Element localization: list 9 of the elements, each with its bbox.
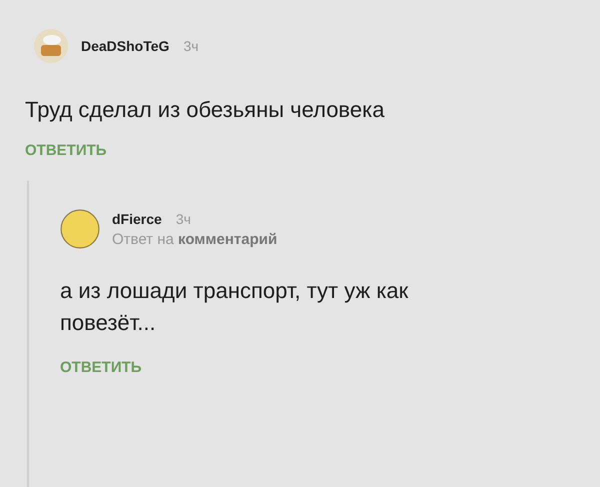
comment-text: Труд сделал из обезьяны человека — [25, 96, 386, 124]
avatar-icon[interactable] — [33, 28, 69, 64]
reply-context: Ответ на комментарий — [112, 230, 278, 248]
comment-time: 3ч — [176, 210, 191, 226]
comment-time: 3ч — [183, 38, 199, 54]
author-name[interactable]: DeaDShoTeG — [81, 38, 170, 54]
avatar-icon[interactable] — [60, 209, 100, 249]
comment-text: а из лошади транспорт, тут уж как повезёт... — [60, 277, 410, 337]
author-name[interactable]: dFierce — [112, 210, 162, 226]
